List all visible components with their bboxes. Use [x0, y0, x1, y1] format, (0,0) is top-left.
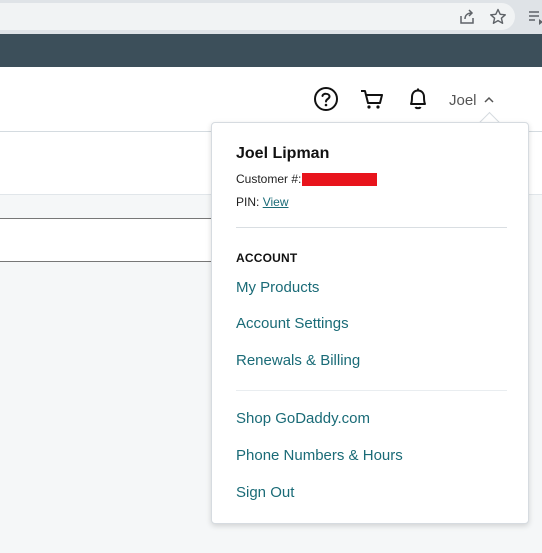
- user-menu-toggle[interactable]: Joel: [449, 90, 495, 110]
- address-bar[interactable]: [0, 3, 515, 30]
- divider: [236, 227, 507, 228]
- cart-icon[interactable]: [359, 86, 385, 112]
- account-dropdown: Joel Lipman Customer #: PIN: View ACCOUN…: [211, 122, 529, 524]
- chevron-up-icon: [483, 92, 495, 109]
- browser-bookmarks-bar: [0, 34, 542, 67]
- reading-list-icon[interactable]: [526, 7, 542, 27]
- star-icon[interactable]: [488, 7, 508, 27]
- share-icon[interactable]: [457, 7, 477, 27]
- my-products-link[interactable]: My Products: [236, 279, 319, 296]
- shop-godaddy-link[interactable]: Shop GoDaddy.com: [236, 410, 370, 427]
- browser-toolbar: [0, 0, 542, 34]
- redacted-customer-number: [302, 172, 378, 186]
- customer-number-label: Customer #:: [236, 172, 302, 186]
- content-input-field[interactable]: [0, 218, 236, 262]
- user-name: Joel: [449, 91, 477, 109]
- pin-row: PIN: View: [236, 195, 288, 209]
- view-pin-link[interactable]: View: [263, 195, 289, 209]
- help-icon[interactable]: [313, 86, 339, 112]
- bell-icon[interactable]: [405, 86, 431, 112]
- account-full-name: Joel Lipman: [236, 145, 330, 162]
- pin-label: PIN:: [236, 195, 260, 209]
- account-settings-link[interactable]: Account Settings: [236, 315, 349, 332]
- sign-out-link[interactable]: Sign Out: [236, 484, 294, 501]
- account-section-title: ACCOUNT: [236, 251, 298, 265]
- phone-numbers-hours-link[interactable]: Phone Numbers & Hours: [236, 447, 403, 464]
- renewals-billing-link[interactable]: Renewals & Billing: [236, 352, 360, 369]
- customer-number: Customer #:: [236, 172, 378, 186]
- divider: [236, 390, 507, 391]
